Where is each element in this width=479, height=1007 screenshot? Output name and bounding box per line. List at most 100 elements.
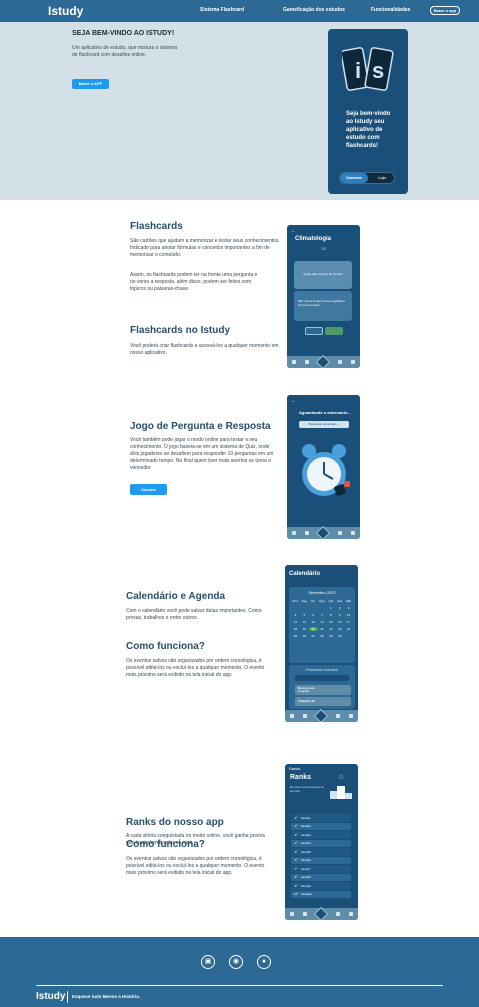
calendar-day[interactable]: 20 <box>308 627 318 631</box>
event-card[interactable]: Trabalho de <box>295 697 351 706</box>
calendar-day[interactable]: 15 <box>326 620 335 624</box>
home-tab-icon[interactable] <box>291 360 296 364</box>
calendar-day[interactable]: 9 <box>335 613 344 617</box>
play-tab-icon[interactable] <box>316 525 331 539</box>
profile-tab-icon[interactable] <box>351 360 356 364</box>
calendar-day[interactable]: 6 <box>309 613 318 617</box>
rank-row: 5º Istudy5 <box>291 848 351 856</box>
play-tab-icon[interactable] <box>314 906 329 920</box>
download-app-button[interactable]: Baixe o app <box>430 6 460 15</box>
calendar-tab-icon[interactable] <box>335 912 340 916</box>
calendar-day[interactable]: 1 <box>326 606 335 610</box>
rank-name: Istudy9 <box>301 883 311 888</box>
home-tab-icon[interactable] <box>289 714 294 718</box>
calendar-day[interactable]: 16 <box>335 620 344 624</box>
home-tab-icon[interactable] <box>289 912 294 916</box>
cards-tab-icon[interactable] <box>305 360 310 364</box>
cards-tab-icon[interactable] <box>305 531 310 535</box>
phone-tabbar <box>287 525 360 539</box>
footer-tagline: Esquece tudo Menos a História. <box>72 994 141 999</box>
home-tab-icon[interactable] <box>291 531 296 535</box>
calendar-day[interactable]: 10 <box>344 613 353 617</box>
calendar-day[interactable]: 8 <box>326 613 335 617</box>
flashcard-back[interactable]: São: chuva frontal, chuva orográfica e c… <box>294 291 352 321</box>
calendar-day[interactable]: 17 <box>344 620 353 624</box>
calendar-tab-icon[interactable] <box>337 531 342 535</box>
flashcards-title: Flashcards <box>130 221 183 232</box>
calendar-day[interactable]: 23 <box>335 627 344 631</box>
flashcard-front[interactable]: Quais são os tipos de chuva? <box>294 261 352 289</box>
profile-tab-icon[interactable] <box>351 531 356 535</box>
rank-position: 5º <box>294 849 298 854</box>
calendar-day[interactable]: 4 <box>291 613 300 617</box>
nav-link-flashcard[interactable]: Sistema Flashcard <box>200 7 244 13</box>
star-icon: ☆ <box>338 774 345 781</box>
rank-name: Istudy5 <box>301 849 311 854</box>
rank-position: 9º <box>294 883 298 888</box>
brand-logo[interactable]: Istudy <box>48 4 83 18</box>
rank-position: 3º <box>294 832 298 837</box>
calendar-text: Com o calendário você pode salvar datas … <box>126 608 262 621</box>
calendar-day[interactable]: 25 <box>291 634 300 638</box>
calendar-day[interactable]: 12 <box>300 620 309 624</box>
calendar-day[interactable]: 13 <box>309 620 318 624</box>
email-icon[interactable]: ◉ <box>229 955 243 969</box>
calendar-day[interactable]: 18 <box>291 627 300 631</box>
weekday-label: Seg <box>301 599 307 603</box>
calendar-day[interactable]: 30 <box>335 634 344 638</box>
calendar-tab-icon[interactable] <box>335 714 340 718</box>
footer-separator <box>67 991 68 1003</box>
weekday-label: Qua <box>319 599 325 603</box>
flashcard-right-button[interactable] <box>325 327 343 335</box>
calendar-day[interactable]: 5 <box>300 613 309 617</box>
cards-tab-icon[interactable] <box>303 912 308 916</box>
ranks-list: 1º Istudy1 2º Istudy2 3º Istudy3 4º Istudy4 5º Is… <box>291 814 351 899</box>
cards-tab-icon[interactable] <box>303 714 308 718</box>
rank-row: 10º Istudy10 <box>291 890 351 898</box>
profile-tab-icon[interactable] <box>349 912 354 916</box>
istudy-logo-icon: i s <box>342 47 394 91</box>
flashcard-wrong-button[interactable] <box>305 327 323 335</box>
instagram-icon[interactable]: ▣ <box>201 955 215 969</box>
quiz-user-button[interactable]: Usuário <box>130 484 167 495</box>
ranks-phone-mockup: Ranks Ranks ☆ Em breve você terá acesso … <box>285 764 358 920</box>
calendar-day[interactable]: 19 <box>300 627 309 631</box>
calendar-day[interactable]: 21 <box>318 627 327 631</box>
hero-download-button[interactable]: Baixe o APP <box>72 79 109 89</box>
play-tab-icon[interactable] <box>316 354 331 368</box>
back-arrow-icon[interactable]: ← <box>291 228 296 234</box>
calendar-day[interactable]: 28 <box>318 634 327 638</box>
hero-phone-welcome-text: Seja bem-vindo ao Istudy seu aplicativo … <box>346 111 391 149</box>
nav-link-gamification[interactable]: Gameficação dos estudos <box>283 7 345 13</box>
event-input[interactable] <box>295 675 349 681</box>
calendar-day[interactable]: 27 <box>309 634 318 638</box>
calendar-day[interactable]: 3 <box>344 606 353 610</box>
calendar-day[interactable]: 24 <box>344 627 353 631</box>
hero-phone-register-tab[interactable]: Cadastrar <box>340 173 368 183</box>
calendar-how-title: Como funciona? <box>126 641 205 652</box>
calendar-day <box>344 634 353 638</box>
calendar-day[interactable]: 11 <box>291 620 300 624</box>
svg-text:s: s <box>372 58 384 83</box>
profile-tab-icon[interactable] <box>349 714 354 718</box>
calendar-day[interactable]: 14 <box>318 620 327 624</box>
calendar-month: Setembro 2022 <box>308 590 336 595</box>
calendar-tab-icon[interactable] <box>337 360 342 364</box>
calendar-day[interactable]: 22 <box>326 627 335 631</box>
play-tab-icon[interactable] <box>314 708 329 722</box>
back-arrow-icon[interactable]: ← <box>291 398 296 404</box>
calendar-day[interactable]: 2 <box>335 606 344 610</box>
discord-icon[interactable]: ● <box>257 955 271 969</box>
calendar-day[interactable]: 26 <box>300 634 309 638</box>
rank-position: 7º <box>294 866 298 871</box>
hero-phone-login-tab[interactable]: Login <box>370 173 394 183</box>
flashcard-answer: São: chuva frontal, chuva orográfica e c… <box>298 299 346 307</box>
nav-link-features[interactable]: Funcionalidades <box>371 7 410 13</box>
flashcards-istudy-text: Você poderá criar flashcards e acessá-lo… <box>130 343 279 356</box>
footer-divider <box>36 985 443 986</box>
calendar-day[interactable]: 29 <box>326 634 335 638</box>
event-card[interactable]: Nova prova Geografia <box>295 685 351 695</box>
calendar-day[interactable]: 7 <box>318 613 327 617</box>
rank-name: Istudy6 <box>301 858 311 863</box>
rank-row: 2º Istudy2 <box>291 822 351 830</box>
